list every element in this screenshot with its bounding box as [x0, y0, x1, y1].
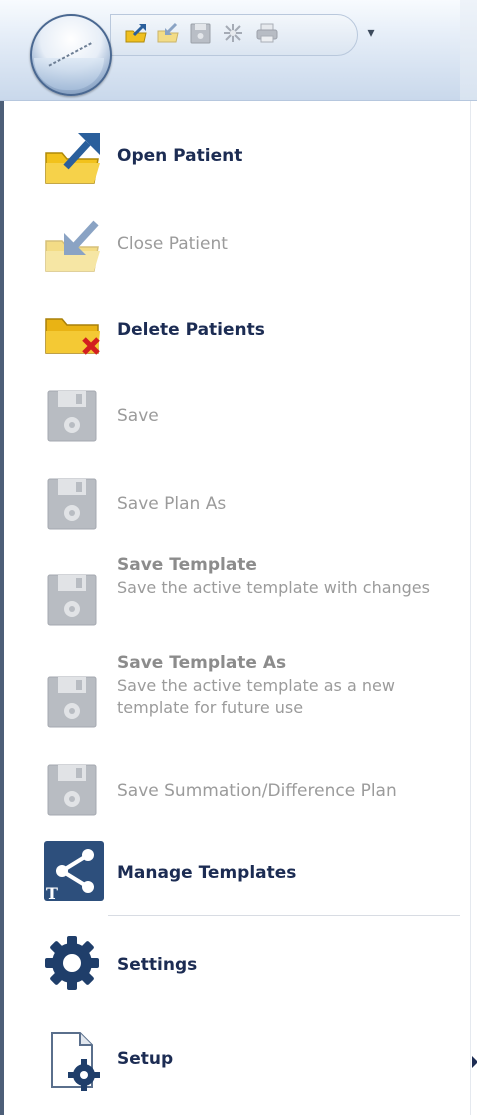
- menu-item-setup[interactable]: Setup: [4, 1013, 477, 1109]
- close-patient-icon[interactable]: [156, 22, 182, 44]
- ribbon-header: ▾: [0, 0, 477, 101]
- menu-item-label: Save Plan As: [117, 494, 227, 514]
- floppy-disk-icon: [47, 390, 97, 442]
- print-icon[interactable]: [254, 22, 280, 44]
- customize-toolbar-dropdown[interactable]: ▾: [364, 24, 378, 42]
- save-icon[interactable]: [188, 22, 214, 44]
- share-template-icon: T: [44, 841, 104, 901]
- menu-item-settings[interactable]: Settings: [4, 921, 460, 1013]
- menu-separator: [108, 915, 460, 916]
- floppy-disk-icon: [47, 676, 97, 728]
- floppy-disk-icon: [47, 574, 97, 626]
- menu-item-open-patient[interactable]: Open Patient: [4, 115, 460, 205]
- menu-right-border: [470, 101, 477, 1115]
- close-folder-icon: [45, 220, 100, 272]
- menu-item-description: Save the active template as a new templa…: [117, 676, 395, 717]
- menu-item-save[interactable]: Save: [4, 373, 460, 457]
- menu-item-label: Close Patient: [117, 234, 228, 254]
- ribbon-edge: [460, 0, 477, 100]
- menu-item-label: Setup: [117, 1049, 174, 1069]
- menu-item-save-summation-difference-plan[interactable]: Save Summation/Difference Plan: [4, 745, 460, 837]
- menu-item-label: Manage Templates: [117, 863, 297, 883]
- application-orb-button[interactable]: [30, 14, 112, 96]
- menu-item-label: Delete Patients: [117, 320, 265, 340]
- menu-item-label: Open Patient: [117, 146, 243, 166]
- menu-item-save-plan-as[interactable]: Save Plan As: [4, 457, 460, 547]
- menu-item-label: Save Template As: [117, 653, 287, 673]
- open-folder-icon: [45, 133, 100, 184]
- menu-item-save-template[interactable]: Save Template Save the active template w…: [4, 547, 460, 643]
- application-menu: Open Patient Close Patient Delete Patien…: [0, 101, 477, 1115]
- open-patient-icon[interactable]: [124, 22, 150, 44]
- menu-item-description: Save the active template with changes: [117, 578, 430, 597]
- menu-item-label: Settings: [117, 955, 198, 975]
- floppy-disk-icon: [47, 478, 97, 530]
- menu-item-label: Save Summation/Difference Plan: [117, 781, 397, 801]
- menu-item-label: Save: [117, 406, 159, 426]
- svg-text:T: T: [46, 884, 58, 901]
- menu-item-save-template-as[interactable]: Save Template As Save the active templat…: [4, 643, 460, 745]
- delete-folder-icon: [45, 318, 100, 355]
- orb-shade: [34, 58, 104, 90]
- menu-item-manage-templates[interactable]: T Manage Templates: [4, 837, 460, 915]
- menu-item-label: Save Template: [117, 555, 257, 575]
- settings-sparkle-icon[interactable]: [220, 22, 246, 44]
- floppy-disk-icon: [47, 764, 97, 816]
- gear-icon: [45, 936, 99, 990]
- application-menu-window: ▾ Open Patient Close Patient Delete Pati…: [0, 0, 477, 1115]
- menu-item-delete-patients[interactable]: Delete Patients: [4, 289, 460, 373]
- document-gear-icon: [51, 1032, 100, 1091]
- menu-item-close-patient[interactable]: Close Patient: [4, 205, 460, 289]
- submenu-arrow-icon: [472, 1056, 477, 1068]
